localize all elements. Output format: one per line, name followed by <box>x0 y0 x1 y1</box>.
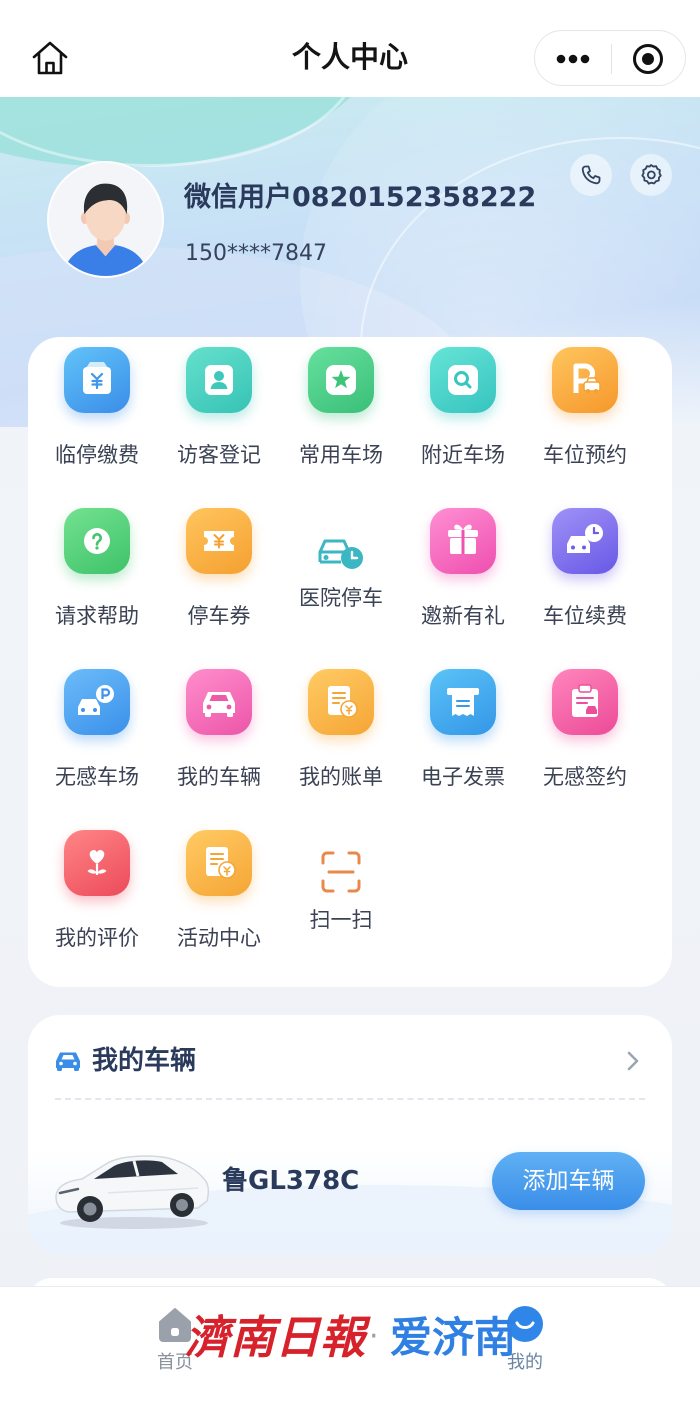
service-my-vehicles[interactable]: 我的车辆 <box>158 669 280 830</box>
tab-label: 我的 <box>507 1352 543 1373</box>
home-solid-icon <box>156 1305 194 1343</box>
tab-label: 首页 <box>157 1352 193 1373</box>
license-plate[interactable]: 鲁GL378C <box>222 1165 359 1197</box>
mini-program-capsule <box>534 30 686 86</box>
clipboard-icon <box>552 669 618 735</box>
heart-flower-icon <box>64 830 130 896</box>
service-hospital-parking[interactable]: 医院停车 <box>280 508 402 669</box>
my-vehicles-card: 我的车辆 鲁GL378C 添加车辆 <box>28 1015 672 1255</box>
service-label: 临停缴费 <box>55 443 139 467</box>
hospital-parking-icon <box>308 528 374 572</box>
service-temp-parking-pay[interactable]: 临停缴费 <box>36 347 158 508</box>
service-label: 我的账单 <box>299 765 383 789</box>
service-label: 访客登记 <box>177 443 261 467</box>
my-vehicles-title[interactable]: 我的车辆 <box>92 1043 196 1079</box>
chevron-right-icon[interactable] <box>626 1050 640 1072</box>
car-parking-icon <box>64 669 130 735</box>
tab-mine[interactable]: 我的 <box>475 1287 575 1387</box>
gear-icon[interactable] <box>630 154 672 196</box>
service-seamless-contract[interactable]: 无感签约 <box>524 669 646 830</box>
service-label: 停车券 <box>187 604 251 628</box>
dashed-divider <box>55 1098 645 1100</box>
service-label: 电子发票 <box>421 765 505 789</box>
service-favorite-lots[interactable]: 常用车场 <box>280 347 402 508</box>
phone-icon[interactable] <box>570 154 612 196</box>
more-dots-icon[interactable] <box>551 45 595 73</box>
service-label: 无感签约 <box>543 765 627 789</box>
avatar-male-icon[interactable] <box>47 161 164 278</box>
service-activity-center[interactable]: 活动中心 <box>158 830 280 991</box>
service-seamless-lots[interactable]: 无感车场 <box>36 669 158 830</box>
service-label: 附近车场 <box>421 443 505 467</box>
service-parking-coupon[interactable]: 停车券 <box>158 508 280 669</box>
service-label: 活动中心 <box>177 926 261 950</box>
services-grid-card: 临停缴费 访客登记 常用车场 附近车场 车位预约 请求帮助 停车券 医院停车 邀… <box>28 337 672 987</box>
profile-smile-icon <box>506 1305 544 1343</box>
parking-reserve-icon <box>552 347 618 413</box>
service-label: 请求帮助 <box>55 604 139 628</box>
service-label: 常用车场 <box>299 443 383 467</box>
service-nearby-lots[interactable]: 附近车场 <box>402 347 524 508</box>
service-e-invoice[interactable]: 电子发票 <box>402 669 524 830</box>
service-space-renewal[interactable]: 车位续费 <box>524 508 646 669</box>
service-my-bills[interactable]: 我的账单 <box>280 669 402 830</box>
car-clock-icon <box>552 508 618 574</box>
service-visitor-registration[interactable]: 访客登记 <box>158 347 280 508</box>
bill-icon <box>308 669 374 735</box>
capsule-divider <box>611 44 612 74</box>
service-scan[interactable]: 扫一扫 <box>280 830 402 991</box>
star-icon <box>308 347 374 413</box>
service-label: 医院停车 <box>299 586 383 610</box>
service-label: 我的车辆 <box>177 765 261 789</box>
question-icon <box>64 508 130 574</box>
service-label: 车位预约 <box>543 443 627 467</box>
user-nickname: 微信用户0820152358222 <box>184 182 537 213</box>
service-label: 扫一扫 <box>309 908 373 932</box>
service-label: 无感车场 <box>55 765 139 789</box>
ticket-icon <box>186 508 252 574</box>
car-front-icon <box>53 1049 83 1073</box>
gift-icon <box>430 508 496 574</box>
search-icon <box>430 347 496 413</box>
user-phone-number: 150****7847 <box>185 241 327 266</box>
bottom-tab-bar: 首页 我的 <box>0 1286 700 1406</box>
service-label: 我的评价 <box>55 926 139 950</box>
home-icon[interactable] <box>31 39 69 77</box>
service-my-reviews[interactable]: 我的评价 <box>36 830 158 991</box>
person-icon <box>186 347 252 413</box>
scan-icon <box>308 850 374 894</box>
target-icon[interactable] <box>632 43 664 75</box>
tab-home[interactable]: 首页 <box>125 1287 225 1387</box>
wallet-yen-icon <box>64 347 130 413</box>
service-request-help[interactable]: 请求帮助 <box>36 508 158 669</box>
car-icon <box>186 669 252 735</box>
service-space-reservation[interactable]: 车位预约 <box>524 347 646 508</box>
activity-bill-icon <box>186 830 252 896</box>
vehicle-car-image <box>48 1133 216 1231</box>
add-vehicle-button[interactable]: 添加车辆 <box>492 1152 645 1210</box>
service-label: 车位续费 <box>543 604 627 628</box>
service-invite-gift[interactable]: 邀新有礼 <box>402 508 524 669</box>
service-label: 邀新有礼 <box>421 604 505 628</box>
page-title: 个人中心 <box>291 40 408 74</box>
top-navigation-bar: 个人中心 <box>0 0 700 97</box>
invoice-icon <box>430 669 496 735</box>
